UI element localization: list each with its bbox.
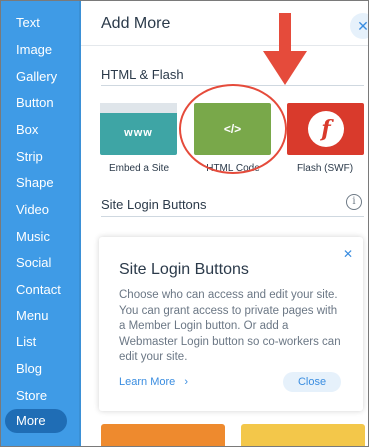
section-divider-site-login [101,216,364,217]
sidebar-item-video[interactable]: Video [16,201,49,219]
card-close-icon[interactable]: ✕ [343,247,353,261]
card-description: Choose who can access and edit your site… [119,289,341,363]
sidebar-item-text[interactable]: Text [16,14,40,32]
site-login-info-card: ✕ Site Login Buttons Choose who can acce… [99,237,363,411]
sidebar-item-list[interactable]: List [16,333,36,351]
sidebar-item-blog[interactable]: Blog [16,360,42,378]
down-arrow-icon [263,13,307,85]
browser-icon [100,103,177,113]
section-heading-site-login: Site Login Buttons [101,197,207,212]
chevron-right-icon: › [184,376,188,388]
panel-close-button[interactable]: ✕ [350,13,369,39]
add-more-panel: Add More ✕ HTML & Flash www </> f Embed … [81,1,369,446]
sidebar-item-box[interactable]: Box [16,121,38,139]
flash-icon: f [308,111,344,147]
sidebar-item-store[interactable]: Store [16,387,47,405]
sidebar-item-menu[interactable]: Menu [16,307,49,325]
orange-tile[interactable] [101,424,225,446]
flash-swf-label[interactable]: Flash (SWF) [280,163,368,174]
panel-title: Add More [101,15,171,32]
sidebar-item-gallery[interactable]: Gallery [16,68,57,86]
title-divider [81,45,368,46]
sidebar: Text Image Gallery Button Box Strip Shap… [1,1,81,446]
highlight-circle [179,84,287,174]
sidebar-item-button[interactable]: Button [16,94,54,112]
sidebar-item-shape[interactable]: Shape [16,174,54,192]
card-close-button[interactable]: Close [283,372,341,392]
embed-site-tile[interactable]: www [100,103,177,155]
sidebar-item-music[interactable]: Music [16,228,50,246]
sidebar-item-social[interactable]: Social [16,254,51,272]
learn-more-link[interactable]: Learn More › [119,376,188,388]
app-window: Text Image Gallery Button Box Strip Shap… [0,0,369,447]
card-title: Site Login Buttons [119,261,249,278]
sidebar-item-contact[interactable]: Contact [16,281,61,299]
close-icon: ✕ [357,18,369,34]
section-heading-html-flash: HTML & Flash [101,67,184,82]
info-icon[interactable]: i [346,194,362,210]
yellow-tile[interactable] [241,424,365,446]
sidebar-item-more[interactable]: More [5,409,67,433]
flash-swf-tile[interactable]: f [287,103,364,155]
sidebar-item-image[interactable]: Image [16,41,52,59]
sidebar-item-strip[interactable]: Strip [16,148,43,166]
learn-more-label: Learn More [119,376,176,388]
embed-site-label[interactable]: Embed a Site [94,163,184,174]
embed-tile-text: www [124,127,153,139]
